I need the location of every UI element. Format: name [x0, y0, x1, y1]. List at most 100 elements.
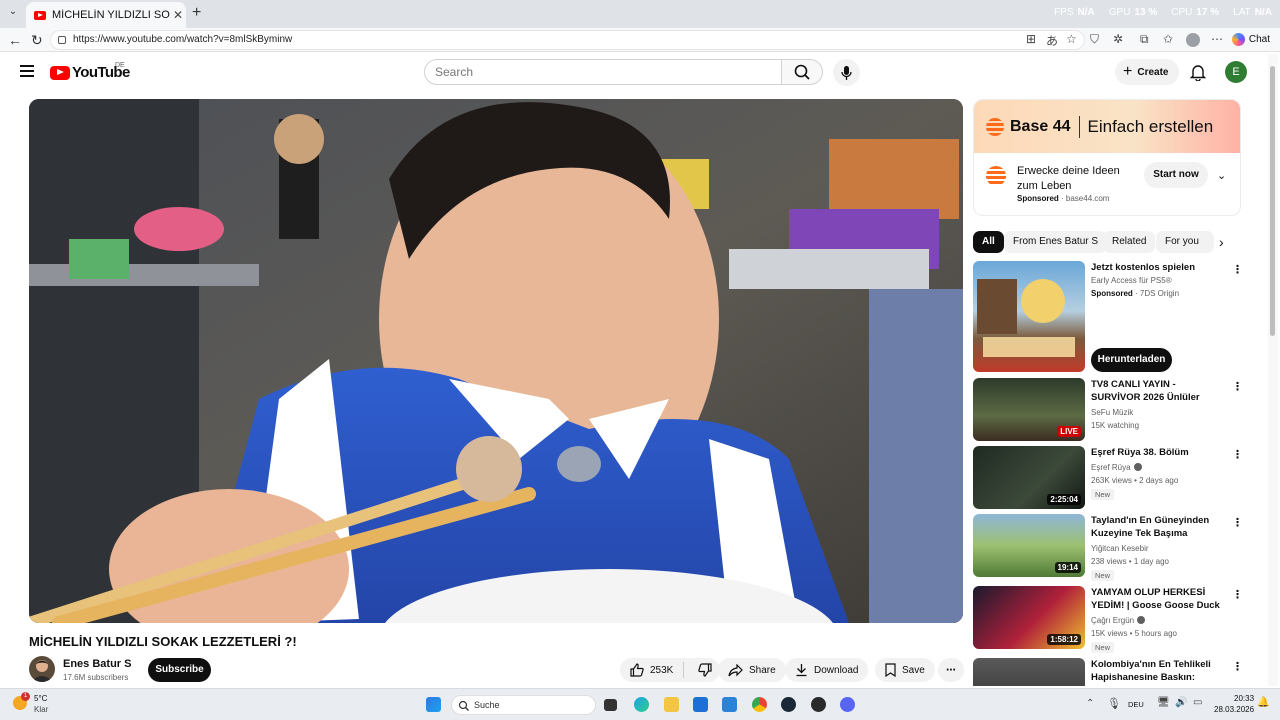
tray-overflow-icon[interactable]: ⌃: [1086, 698, 1094, 709]
app-available-icon[interactable]: ⊞: [1026, 32, 1036, 46]
channel-name[interactable]: Çağrı Ergün: [1091, 614, 1146, 627]
store-icon[interactable]: [693, 697, 708, 712]
split-screen-icon[interactable]: ⧉: [1140, 32, 1149, 47]
more-vert-icon[interactable]: ⋮: [1232, 588, 1243, 601]
share-button[interactable]: Share: [718, 658, 786, 682]
windows-start-icon[interactable]: [426, 697, 441, 712]
task-view-icon[interactable]: [604, 699, 617, 711]
volume-icon[interactable]: 🔊: [1175, 697, 1187, 708]
video-thumbnail[interactable]: LIVE: [973, 378, 1085, 441]
video-thumbnail[interactable]: 2:25:04: [973, 446, 1085, 509]
video-title[interactable]: YAMYAM OLUP HERKESİ YEDİM! | Goose Goose…: [1091, 586, 1227, 612]
ad-banner[interactable]: Base 44 Einfach erstellen: [974, 100, 1240, 153]
back-arrow-icon[interactable]: ←: [8, 32, 22, 48]
channel-avatar[interactable]: [29, 656, 55, 682]
search-button[interactable]: [781, 59, 823, 85]
sponsored-ad-card[interactable]: Base 44 Einfach erstellen Erwecke deine …: [973, 99, 1241, 216]
ad-download-button[interactable]: Herunterladen: [1091, 348, 1172, 372]
video-title[interactable]: Tayland'ın En Güneyinden Kuzeyine Tek Ba…: [1091, 514, 1227, 540]
list-item[interactable]: 1:58:12 YAMYAM OLUP HERKESİ YEDİM! | Goo…: [973, 586, 1243, 653]
translate-icon[interactable]: あ: [1046, 32, 1058, 49]
battery-icon[interactable]: ▭: [1193, 697, 1202, 708]
tab-menu-chevron-icon[interactable]: ⌄: [5, 6, 21, 22]
download-button[interactable]: Download: [785, 658, 869, 682]
ad-cta-button[interactable]: Start now: [1144, 162, 1208, 188]
list-item[interactable]: 2:25:04 Eşref Rüya 38. Bölüm Eşref Rüya …: [973, 446, 1243, 509]
channel-name[interactable]: Enes Batur S: [63, 658, 131, 670]
notifications-bell-icon[interactable]: [1189, 63, 1207, 86]
copilot-chat-button[interactable]: Chat: [1231, 33, 1270, 46]
address-bar[interactable]: https://www.youtube.com/watch?v=8mlSkBym…: [50, 30, 1085, 50]
page-scrollbar[interactable]: [1268, 54, 1278, 686]
video-title[interactable]: TV8 CANLI YAYIN - SURVİVOR 2026 Ünlüler …: [1091, 378, 1227, 404]
voice-search-button[interactable]: [833, 59, 860, 86]
video-title[interactable]: Eşref Rüya 38. Bölüm: [1091, 446, 1227, 459]
like-count: 253K: [650, 664, 674, 676]
shield-icon[interactable]: ⛉: [1090, 32, 1099, 47]
youtube-logo[interactable]: YouTube DE: [50, 62, 130, 81]
chip-all[interactable]: All: [973, 231, 1004, 253]
like-button[interactable]: 253K: [630, 663, 673, 677]
channel-name[interactable]: Yiğitcan Kesebir: [1091, 542, 1149, 555]
chrome-icon[interactable]: [752, 697, 767, 712]
favorites-icon[interactable]: ✩: [1163, 32, 1173, 46]
more-vert-icon[interactable]: ⋮: [1232, 263, 1243, 276]
extensions-icon[interactable]: ✲: [1113, 32, 1123, 46]
favorite-star-icon[interactable]: ☆: [1066, 32, 1077, 46]
chip-from-channel[interactable]: From Enes Batur S: [1004, 231, 1108, 253]
new-tab-icon[interactable]: +: [192, 4, 201, 22]
chip-for-you[interactable]: For you: [1156, 231, 1214, 253]
tab-close-icon[interactable]: ✕: [170, 8, 186, 22]
system-clock[interactable]: 20:33 28.03.2026: [1214, 693, 1254, 715]
list-item[interactable]: 19:14 Tayland'ın En Güneyinden Kuzeyine …: [973, 514, 1243, 581]
profile-avatar-icon[interactable]: [1186, 33, 1200, 47]
file-explorer-icon[interactable]: [664, 697, 679, 712]
taskbar-search-box[interactable]: Suche: [451, 695, 596, 715]
video-title[interactable]: Kolombiya'nın En Tehlikeli Hapishanesine…: [1091, 658, 1227, 684]
more-vert-icon[interactable]: ⋮: [1232, 380, 1243, 393]
outlook-icon[interactable]: [722, 697, 737, 712]
weather-description[interactable]: Klar: [34, 705, 48, 714]
subscribe-button[interactable]: Subscribe: [148, 658, 211, 682]
account-avatar[interactable]: E: [1225, 61, 1247, 83]
app-icon[interactable]: [811, 697, 826, 712]
discord-icon[interactable]: [840, 697, 855, 712]
create-button[interactable]: + Create: [1115, 59, 1179, 85]
chevron-right-icon[interactable]: ›: [1219, 234, 1224, 250]
more-actions-icon[interactable]: ⋯: [938, 658, 964, 682]
steam-icon[interactable]: [781, 697, 796, 712]
video-thumbnail[interactable]: 19:14: [973, 514, 1085, 577]
site-info-icon[interactable]: [58, 36, 66, 44]
browser-tab-youtube[interactable]: MİCHELİN YILDIZLI SOKAK LEZZETLERİ ?! ✕: [26, 2, 186, 28]
video-thumbnail[interactable]: [973, 658, 1085, 686]
microphone-tray-icon[interactable]: 🎙: [1107, 697, 1121, 710]
edge-browser-icon[interactable]: [634, 697, 649, 712]
scrollbar-thumb[interactable]: [1270, 66, 1275, 336]
list-item[interactable]: Kolombiya'nın En Tehlikeli Hapishanesine…: [973, 658, 1243, 686]
more-vert-icon[interactable]: ⋮: [1232, 516, 1243, 529]
more-vert-icon[interactable]: ⋮: [1232, 660, 1243, 673]
notification-center-icon[interactable]: 🔔: [1257, 697, 1269, 708]
video-thumbnail[interactable]: 1:58:12: [973, 586, 1085, 649]
dislike-button[interactable]: [690, 663, 720, 677]
save-button[interactable]: Save: [875, 658, 935, 682]
hamburger-menu-icon[interactable]: [20, 65, 34, 80]
input-language[interactable]: DEU: [1128, 700, 1144, 709]
network-icon[interactable]: 🖥: [1157, 697, 1170, 708]
more-vert-icon[interactable]: ⋮: [1232, 448, 1243, 461]
video-title[interactable]: Jetzt kostenlos spielen: [1091, 261, 1227, 274]
bookmark-icon: [885, 663, 896, 677]
chevron-down-icon[interactable]: ⌄: [1217, 169, 1226, 182]
search-input[interactable]: Search: [424, 59, 782, 85]
video-thumbnail[interactable]: [973, 261, 1085, 372]
list-item[interactable]: LIVE TV8 CANLI YAYIN - SURVİVOR 2026 Ünl…: [973, 378, 1243, 441]
chip-related[interactable]: Related: [1103, 231, 1156, 253]
reload-icon[interactable]: ↻: [31, 32, 43, 49]
channel-name[interactable]: SeFu Müzik: [1091, 406, 1133, 419]
more-menu-icon[interactable]: ⋯: [1211, 32, 1223, 46]
plus-icon: +: [1123, 63, 1133, 80]
weather-temperature[interactable]: 5°C: [34, 694, 47, 703]
video-player[interactable]: [29, 99, 963, 623]
channel-name[interactable]: Eşref Rüya: [1091, 461, 1142, 474]
ad-headline[interactable]: Erwecke deine Ideen zum Leben: [1017, 164, 1127, 194]
